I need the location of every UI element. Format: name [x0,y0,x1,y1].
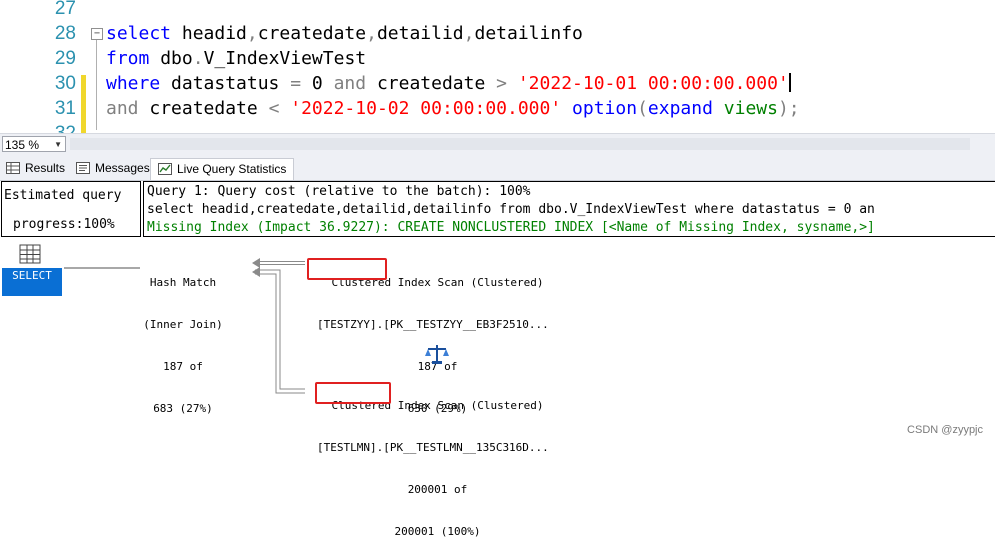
progress-label: Estimated query [4,188,122,203]
tab-label: Messages [95,161,150,175]
collapse-toggle-icon[interactable]: − [91,28,103,40]
code-token: option [572,98,638,119]
change-marker [81,75,86,133]
code-token: datastatus [160,73,291,94]
scale-icon [425,345,449,364]
table-name: [TESTZYY] [317,318,377,331]
code-token: = [290,73,302,94]
sql-editor[interactable]: 27 28 29 30 31 32 − select headid,create… [0,0,995,133]
code-token: , [246,23,258,44]
select-operator-icon[interactable] [19,244,41,264]
code-line-31[interactable]: and createdate < '2022-10-02 00:00:00.00… [106,97,800,121]
index-name: .[PK__TESTLMN__135C316D... [376,441,549,454]
table-name: [TESTLMN] [317,441,377,454]
operator-subtitle: (Inner Join) [143,318,223,331]
progress-value: progress:100% [13,217,115,232]
watermark: CSDN @zyypjc [907,424,983,436]
messages-icon [76,162,90,174]
query-text-line: select headid,createdate,detailid,detail… [147,202,875,217]
line-number: 32 [22,123,76,133]
live-stats-icon [158,163,172,175]
code-token: ); [777,98,800,119]
code-token: createdate [366,73,497,94]
chevron-down-icon: ▼ [54,140,62,149]
actual-rows: 200001 of [407,483,468,496]
index-name: .[PK__TESTZYY__EB3F2510... [376,318,549,331]
code-token: '2022-10-02 00:00:00.000' [290,98,562,119]
code-token: createdate [138,98,269,119]
outline-guide [96,40,97,130]
code-token: from [106,48,150,69]
code-line-30[interactable]: where datastatus = 0 and createdate > '2… [106,72,791,96]
estimated-rows: 683 (27%) [153,402,213,415]
code-token: and [333,73,367,94]
tab-live-query-statistics[interactable]: Live Query Statistics [150,158,295,180]
missing-index-line[interactable]: Missing Index (Impact 36.9227): CREATE N… [147,220,875,235]
operator-name: Hash Match [149,276,217,289]
code-token: V_IndexViewTest [203,48,367,69]
tab-messages[interactable]: Messages [76,158,150,179]
tab-label: Results [25,161,66,175]
horizontal-scrollbar[interactable] [70,138,970,150]
code-token: detailid [376,23,464,44]
code-token: < [268,98,280,119]
tab-results[interactable]: Results [6,158,65,179]
code-line-29[interactable]: from dbo.V_IndexViewTest [106,47,366,71]
editor-status-strip: 135 % ▼ [0,133,995,156]
results-tabbar: Results Messages Live Query Statistics [0,156,995,181]
zoom-value: 135 % [5,138,40,152]
line-number: 27 [54,0,76,19]
code-token: expand [647,98,713,119]
code-token: detailinfo [474,23,583,44]
code-token: , [366,23,377,44]
code-token: . [192,48,204,69]
grid-icon [6,162,20,174]
tab-label: Live Query Statistics [177,162,287,176]
code-token: select [106,23,172,44]
code-token: dbo [149,48,193,69]
code-token: createdate [257,23,367,44]
line-number: 30 [54,73,76,94]
line-number: 31 [54,98,76,119]
line-number: 29 [54,48,76,69]
code-token: 0 [301,73,334,94]
code-token: , [463,23,475,44]
plan-header: Query 1: Query cost (relative to the bat… [143,181,995,237]
query-cost-line: Query 1: Query cost (relative to the bat… [147,184,531,199]
hash-match-operator[interactable]: Hash Match (Inner Join) 187 of 683 (27%) [128,248,238,430]
estimated-progress-panel: Estimated query progress:100% [1,181,141,237]
code-token: and [106,98,139,119]
code-line-28[interactable]: select headid,createdate,detailid,detail… [106,22,583,46]
code-token: headid [171,23,247,44]
code-token: ( [637,98,648,119]
actual-rows: 187 of [163,360,203,373]
select-operator[interactable]: SELECT [2,268,62,296]
code-token: where [106,73,161,94]
code-token: > [496,73,507,94]
code-token: views [723,98,778,119]
text-caret [788,73,791,92]
select-label: SELECT [12,269,52,282]
highlight-box [315,382,391,404]
zoom-select[interactable]: 135 % ▼ [2,136,66,152]
highlight-box [307,258,387,280]
code-token: '2022-10-01 00:00:00.000' [517,73,789,94]
estimated-rows: 200001 (100%) [394,525,481,538]
line-number: 28 [54,23,76,44]
